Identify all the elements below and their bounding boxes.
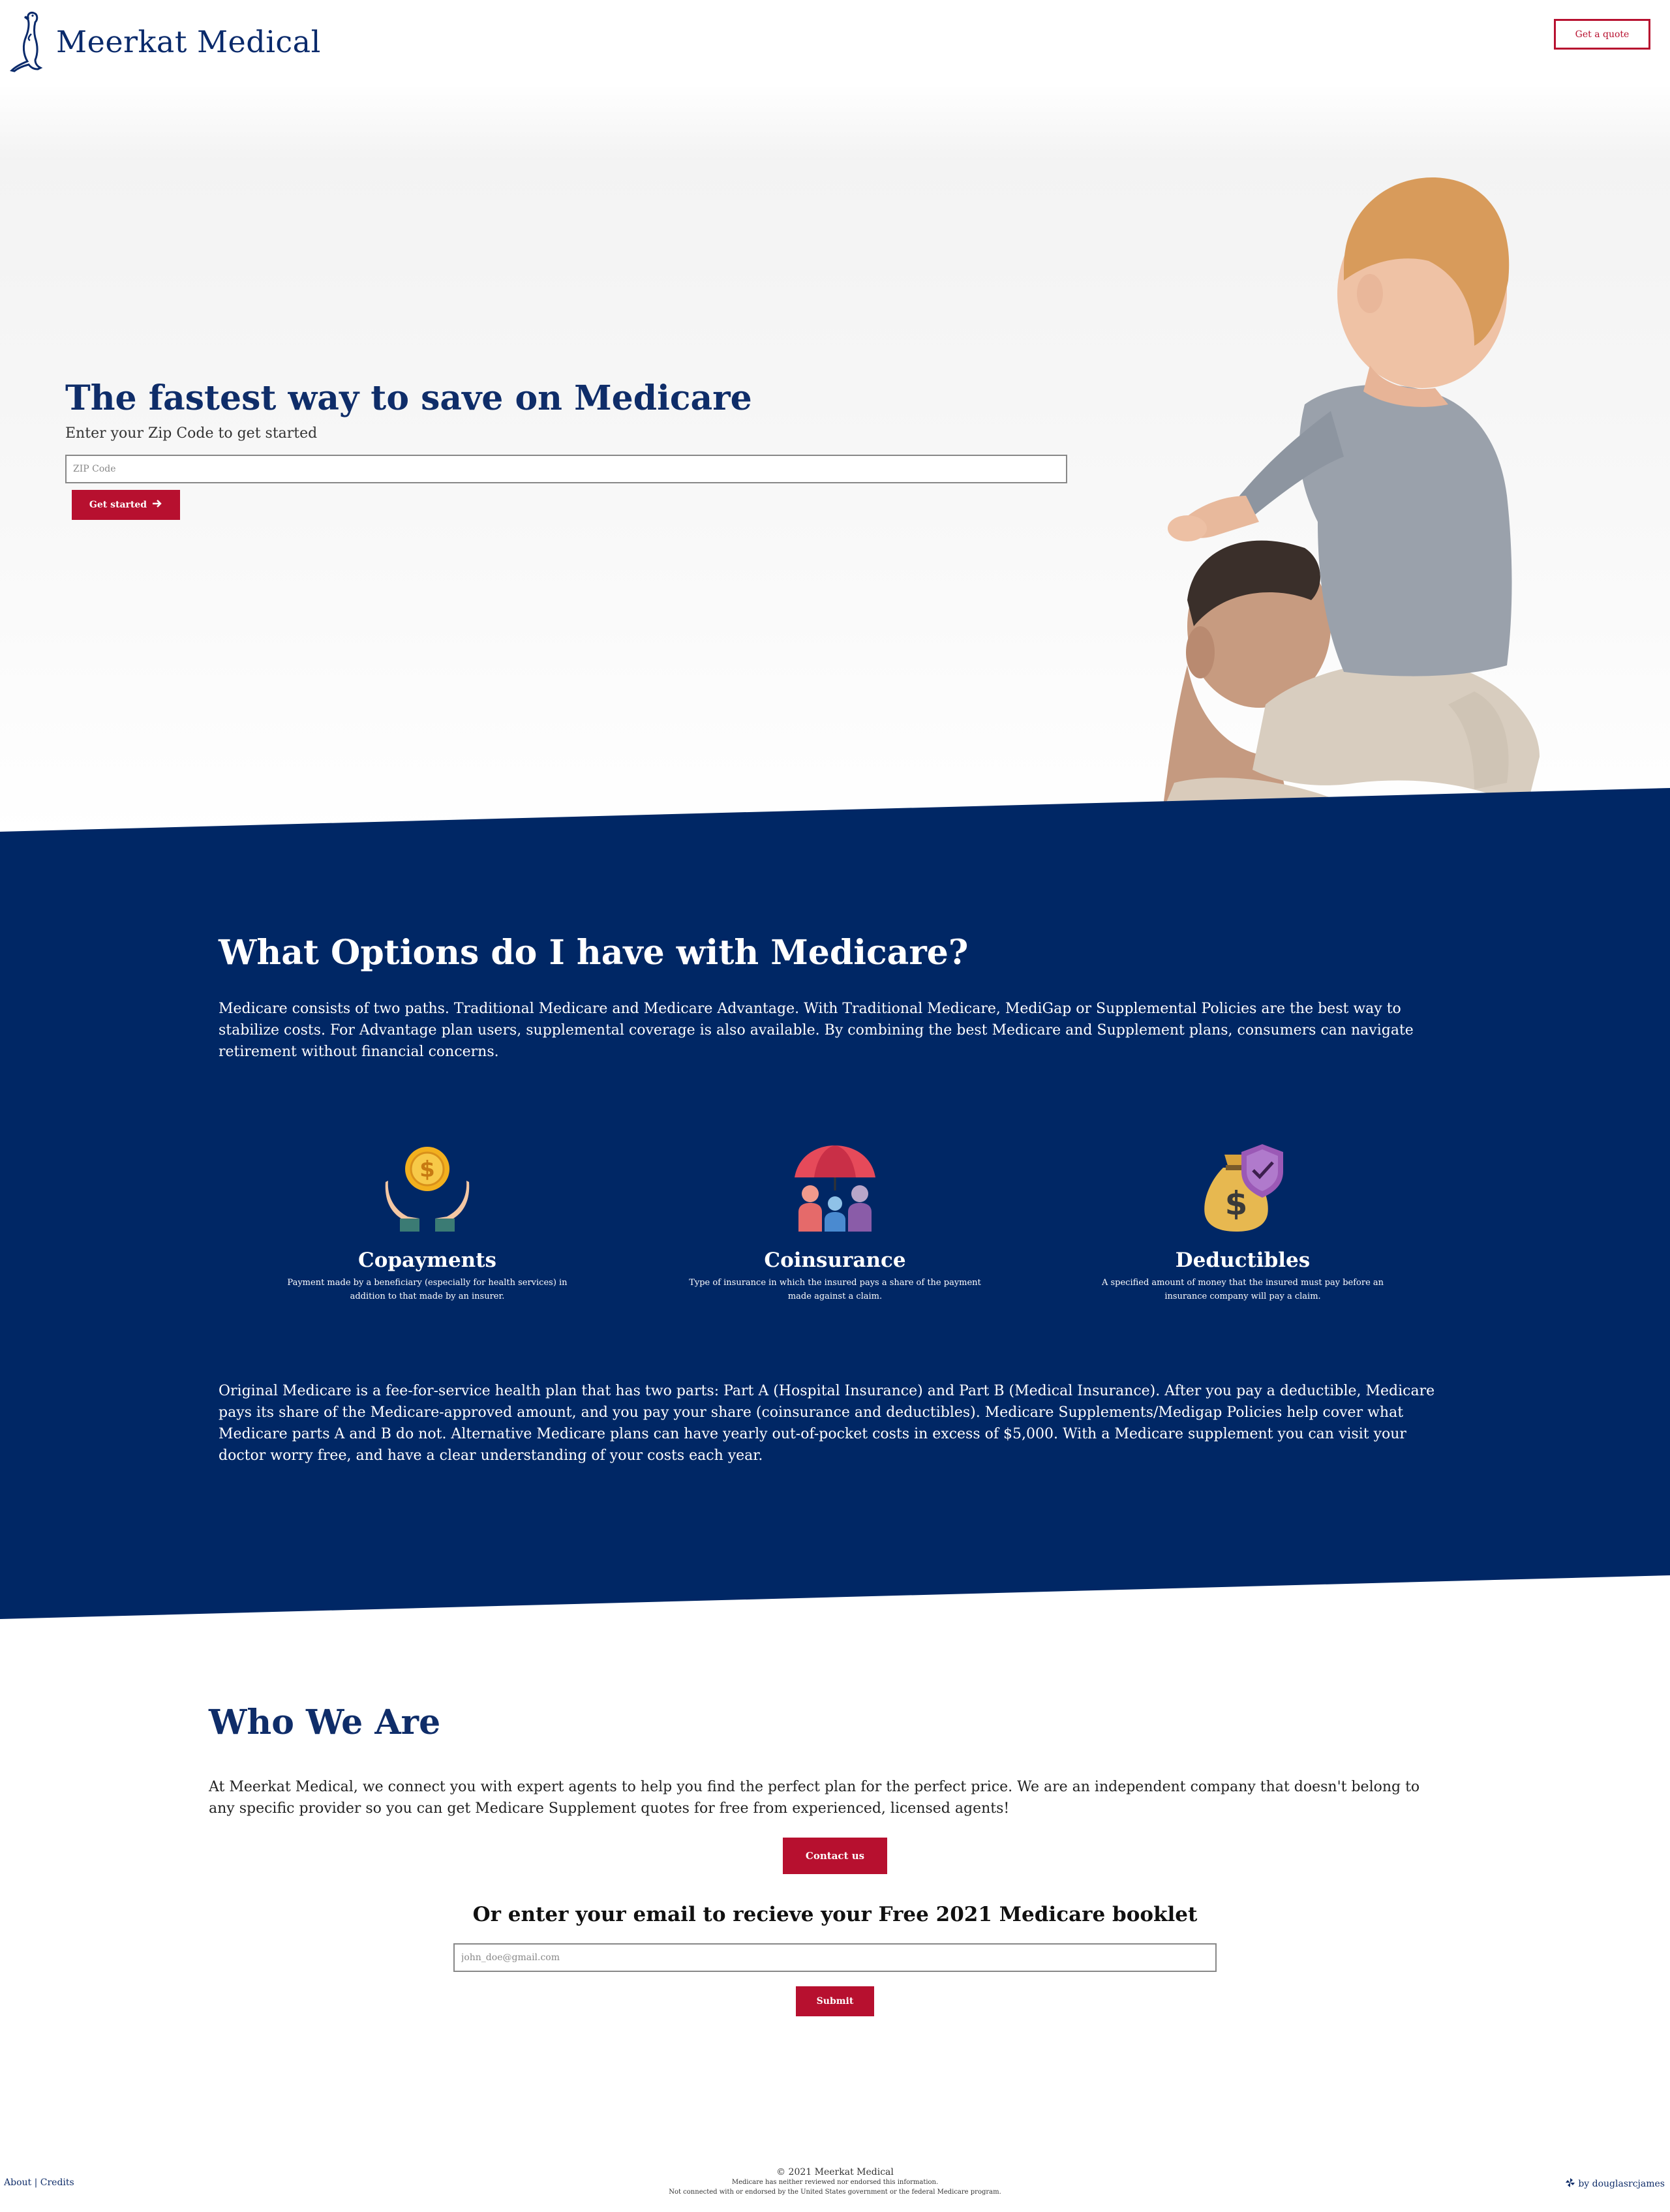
- contact-us-button[interactable]: Contact us: [783, 1838, 887, 1874]
- brand-name: Meerkat Medical: [56, 24, 321, 59]
- email-input[interactable]: [453, 1943, 1217, 1972]
- who-we-are-text: At Meerkat Medical, we connect you with …: [209, 1779, 1420, 1817]
- zip-code-input[interactable]: [65, 455, 1067, 483]
- feature-title: Coinsurance: [764, 1249, 906, 1272]
- author-credit[interactable]: by douglasrcjames: [1565, 2177, 1665, 2190]
- feature-title: Copayments: [358, 1249, 496, 1272]
- options-text: Medicare consists of two paths. Traditio…: [219, 1001, 1414, 1060]
- svg-text:$: $: [419, 1157, 435, 1183]
- hero-title: The fastest way to save on Medicare: [65, 378, 752, 418]
- feature-coinsurance: Coinsurance Type of insurance in which t…: [678, 1142, 992, 1303]
- hero-photo: [1153, 177, 1540, 835]
- feature-deductibles: $ Deductibles A specified amount of mone…: [1086, 1142, 1399, 1303]
- brand-logo[interactable]: Meerkat Medical: [8, 8, 321, 76]
- site-header: Meerkat Medical Get a quote: [0, 0, 1670, 85]
- feature-title: Deductibles: [1175, 1249, 1311, 1272]
- options-title: What Options do I have with Medicare?: [219, 933, 969, 973]
- who-we-are-title: Who We Are: [209, 1703, 441, 1742]
- submit-button[interactable]: Submit: [796, 1986, 874, 2016]
- feature-copayments: $ Copayments Payment made by a beneficia…: [271, 1142, 584, 1303]
- booklet-title: Or enter your email to recieve your Free…: [472, 1903, 1198, 1926]
- get-started-label: Get started: [89, 500, 147, 510]
- feature-description: Type of insurance in which the insured p…: [689, 1278, 981, 1301]
- coin-hands-icon: $: [271, 1142, 584, 1233]
- money-bag-shield-icon: $: [1086, 1142, 1399, 1233]
- copyright: © 2021 Meerkat Medical: [776, 2167, 894, 2177]
- arrow-right-icon: [152, 499, 162, 511]
- hero-subtitle: Enter your Zip Code to get started: [65, 425, 318, 442]
- meerkat-icon: [8, 8, 51, 76]
- feature-description: Payment made by a beneficiary (especiall…: [287, 1278, 568, 1301]
- pinwheel-icon: [1565, 2177, 1575, 2190]
- feature-description: A specified amount of money that the ins…: [1101, 1278, 1384, 1301]
- disclaimer-line-2: Not connected with or endorsed by the Un…: [669, 2189, 1001, 2196]
- svg-text:$: $: [1225, 1185, 1248, 1222]
- get-started-button[interactable]: Get started: [72, 490, 180, 520]
- get-quote-button[interactable]: Get a quote: [1554, 19, 1650, 50]
- hero-section: The fastest way to save on Medicare Ente…: [0, 85, 1670, 835]
- medicare-options-section: What Options do I have with Medicare? Me…: [0, 828, 1670, 1624]
- author-credit-text: by douglasrcjames: [1578, 2179, 1665, 2189]
- footer-legal: © 2021 Meerkat Medical Medicare has neit…: [0, 2167, 1670, 2197]
- original-medicare-text: Original Medicare is a fee-for-service h…: [219, 1383, 1435, 1464]
- disclaimer-line-1: Medicare has neither reviewed nor endors…: [731, 2179, 939, 2186]
- family-umbrella-icon: [678, 1142, 992, 1233]
